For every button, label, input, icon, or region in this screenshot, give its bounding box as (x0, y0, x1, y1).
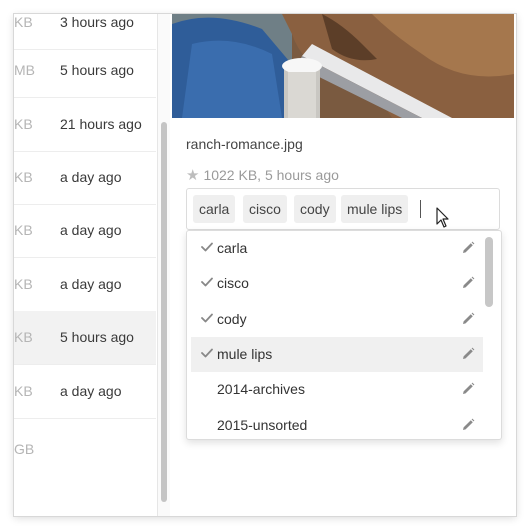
file-time: a day ago (60, 276, 122, 292)
check-icon (201, 277, 213, 287)
file-time: a day ago (60, 383, 122, 399)
dropdown-item[interactable]: cisco (191, 266, 483, 301)
list-item[interactable]: KB a day ago (14, 204, 156, 258)
dropdown-scrollbar[interactable] (485, 237, 493, 433)
pencil-icon[interactable] (461, 276, 475, 290)
file-size: KB (14, 383, 33, 399)
check-icon (201, 348, 213, 358)
app-window: KB 3 hours ago MB 5 hours ago KB 21 hour… (14, 14, 516, 516)
dropdown-item-label: 2014-archives (217, 381, 305, 397)
file-time: 21 hours ago (60, 116, 142, 132)
pencil-icon[interactable] (461, 418, 475, 432)
text-caret (420, 200, 421, 218)
pencil-icon[interactable] (461, 241, 475, 255)
dropdown-item[interactable]: 2015-unsorted (191, 408, 483, 439)
list-item[interactable]: KB a day ago (14, 151, 156, 205)
list-item[interactable]: KB 21 hours ago (14, 98, 156, 152)
dropdown-item-label: carla (217, 240, 248, 256)
file-list: KB 3 hours ago MB 5 hours ago KB 21 hour… (14, 14, 156, 516)
list-item[interactable]: MB 5 hours ago (14, 44, 156, 98)
file-time: a day ago (60, 169, 122, 185)
tag-chip[interactable]: mule lips (341, 195, 409, 223)
dropdown-item-label: mule lips (217, 346, 273, 362)
pencil-icon[interactable] (461, 382, 475, 396)
tag-suggestions-dropdown: carla cisco cody mule lips 2014-archives (186, 230, 502, 440)
tag-chip[interactable]: carla (193, 195, 236, 223)
star-icon[interactable]: ★ (186, 167, 199, 184)
file-size: KB (14, 329, 33, 345)
dropdown-item[interactable]: 2014-archives (191, 372, 483, 407)
mouse-pointer-icon (436, 207, 449, 228)
tag-chip[interactable]: cisco (243, 195, 287, 223)
file-time: 5 hours ago (60, 62, 134, 78)
list-item-selected[interactable]: KB 5 hours ago (14, 311, 156, 365)
tag-chip[interactable]: cody (294, 195, 336, 223)
file-time: a day ago (60, 222, 122, 238)
file-meta: ★ 1022 KB, 5 hours ago (186, 166, 339, 184)
tag-input[interactable]: carla cisco cody mule lips (186, 188, 500, 230)
check-icon (201, 313, 213, 323)
list-item[interactable]: KB a day ago (14, 365, 156, 419)
file-size: MB (14, 62, 35, 78)
image-preview[interactable] (172, 14, 514, 118)
dropdown-item[interactable]: carla (191, 231, 483, 266)
file-size: KB (14, 222, 33, 238)
file-meta-text: 1022 KB, 5 hours ago (203, 167, 339, 183)
dropdown-item-highlighted[interactable]: mule lips (191, 337, 483, 372)
dropdown-item[interactable]: cody (191, 302, 483, 337)
file-size: KB (14, 169, 33, 185)
list-item[interactable]: GB (14, 423, 156, 476)
pencil-icon[interactable] (461, 347, 475, 361)
file-time: 5 hours ago (60, 329, 134, 345)
file-name: ranch-romance.jpg (186, 136, 303, 152)
dropdown-item-label: cody (217, 311, 247, 327)
dropdown-item-label: cisco (217, 275, 249, 291)
pencil-icon[interactable] (461, 312, 475, 326)
details-panel: ranch-romance.jpg ★ 1022 KB, 5 hours ago … (170, 14, 516, 516)
file-list-scrollbar[interactable] (157, 14, 170, 516)
file-size: KB (14, 116, 33, 132)
dropdown-item-label: 2015-unsorted (217, 417, 308, 433)
file-size: GB (14, 441, 35, 457)
scrollbar-thumb[interactable] (161, 122, 167, 502)
scrollbar-thumb[interactable] (485, 237, 493, 307)
list-item[interactable]: KB a day ago (14, 258, 156, 312)
file-size: KB (14, 276, 33, 292)
check-icon (201, 242, 213, 252)
